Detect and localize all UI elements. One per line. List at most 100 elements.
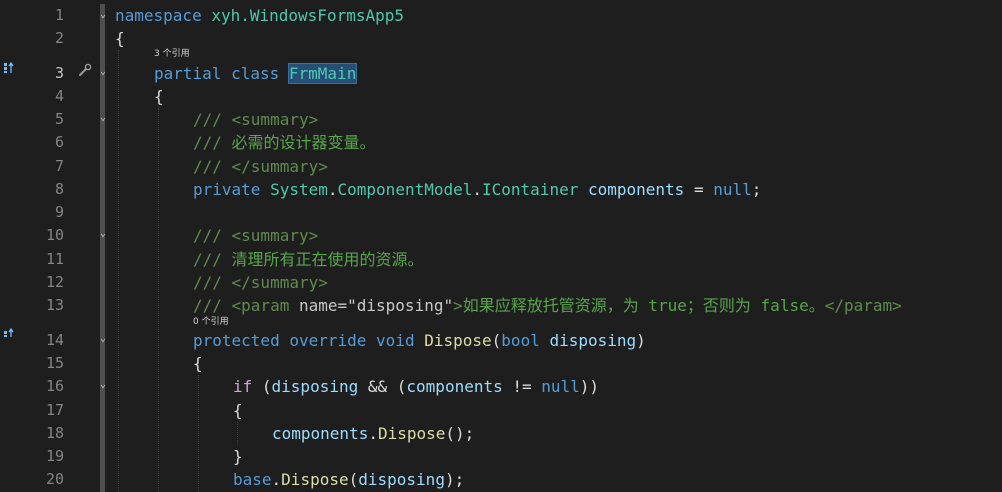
- field-name: components: [272, 424, 369, 443]
- paren: (: [348, 470, 359, 489]
- brace: {: [233, 401, 243, 420]
- dot: .: [472, 180, 483, 199]
- line-number: 14: [45, 331, 64, 349]
- xml-tag: <param: [231, 296, 299, 315]
- code-line-1[interactable]: namespace xyh.WindowsFormsApp5: [115, 4, 404, 27]
- line-number: 1: [54, 6, 64, 24]
- field-name: components: [587, 180, 685, 199]
- doc-comment-slash: ///: [193, 296, 232, 315]
- code-line-19[interactable]: }: [233, 445, 243, 468]
- line-number: 2: [54, 29, 64, 47]
- comment-text: 如果应释放托管资源，为 true；否则为 false。: [462, 296, 825, 315]
- xml-tag: </summary>: [231, 157, 328, 176]
- dot: .: [327, 180, 338, 199]
- keyword: bool: [501, 331, 540, 350]
- line-number: 8: [54, 180, 64, 198]
- brace: {: [193, 354, 203, 373]
- operator: !=: [502, 377, 542, 396]
- xml-quote: =": [337, 296, 357, 315]
- quick-action-icon[interactable]: [78, 62, 92, 81]
- line-number: 16: [45, 377, 64, 395]
- line-number: 20: [45, 470, 64, 488]
- fold-toggle-icon[interactable]: ⌄: [98, 229, 108, 239]
- comment-text: 清理所有正在使用的资源。: [231, 250, 424, 269]
- paren: );: [444, 470, 465, 489]
- indent-guide: [118, 50, 119, 492]
- code-line-17[interactable]: {: [233, 399, 243, 422]
- code-line-12[interactable]: /// </summary>: [193, 271, 328, 294]
- operator: && (: [358, 377, 407, 396]
- doc-comment-slash: ///: [193, 110, 232, 129]
- doc-comment-slash: ///: [193, 157, 232, 176]
- fold-toggle-icon[interactable]: ⌄: [98, 380, 108, 390]
- brace: {: [154, 87, 164, 106]
- paren: ();: [445, 424, 475, 443]
- namespace-name: xyh.WindowsFormsApp5: [211, 6, 404, 25]
- doc-comment-slash: ///: [193, 250, 232, 269]
- doc-comment-slash: ///: [193, 133, 232, 152]
- line-number: 12: [45, 273, 64, 291]
- fold-toggle-icon[interactable]: ⌄: [98, 67, 108, 77]
- xml-tag: >: [453, 296, 463, 315]
- method-name: Dispose: [377, 424, 446, 443]
- keyword: namespace: [115, 6, 202, 25]
- code-line-11[interactable]: /// 清理所有正在使用的资源。: [193, 248, 424, 271]
- xml-tag: <summary>: [231, 110, 319, 129]
- paren: ): [636, 331, 646, 350]
- codelens-references[interactable]: 0 个引用: [193, 315, 229, 329]
- code-line-8[interactable]: private System.ComponentModel.IContainer…: [193, 178, 761, 201]
- semicolon: ;: [751, 180, 762, 199]
- code-line-15[interactable]: {: [193, 352, 203, 375]
- dot: .: [271, 470, 282, 489]
- code-line-6[interactable]: /// 必需的设计器变量。: [193, 131, 376, 154]
- code-editor[interactable]: 1 2 3 4 5 6 7 8 9 10 11 12 13 14 15 16 1…: [0, 0, 1002, 492]
- parameter-name: disposing: [271, 377, 359, 396]
- line-number: 18: [45, 424, 64, 442]
- change-tracking-bar: [100, 4, 105, 492]
- code-line-4[interactable]: {: [154, 85, 164, 108]
- indent-guide: [237, 422, 238, 445]
- line-number: 13: [45, 296, 64, 314]
- code-line-16[interactable]: if (disposing && (components != null)): [233, 375, 599, 398]
- fold-toggle-icon[interactable]: ⌄: [98, 113, 108, 123]
- brace: {: [115, 29, 125, 48]
- code-line-20[interactable]: base.Dispose(disposing);: [233, 468, 464, 491]
- paren: )): [579, 377, 600, 396]
- code-line-3[interactable]: partial class FrmMain: [154, 62, 358, 85]
- fold-toggle-icon[interactable]: ⌄: [98, 334, 108, 344]
- code-line-10[interactable]: /// <summary>: [193, 224, 318, 247]
- brace: }: [233, 447, 243, 466]
- line-number: 3: [54, 64, 64, 82]
- code-line-13[interactable]: /// <param name="disposing">如果应释放托管资源，为 …: [193, 294, 902, 317]
- keyword: null: [541, 377, 580, 396]
- line-number: 11: [45, 250, 64, 268]
- keyword: class: [231, 64, 280, 83]
- line-number: 7: [54, 157, 64, 175]
- paren: (: [252, 377, 272, 396]
- xml-tag: </summary>: [231, 273, 328, 292]
- parameter-name: disposing: [549, 331, 637, 350]
- keyword: override: [289, 331, 367, 350]
- keyword: void: [376, 331, 415, 350]
- code-line-7[interactable]: /// </summary>: [193, 155, 328, 178]
- code-line-14[interactable]: protected override void Dispose(bool dis…: [193, 329, 646, 352]
- xml-attribute-value: disposing: [356, 296, 444, 315]
- code-line-2[interactable]: {: [115, 27, 125, 50]
- indent-guide: [158, 108, 159, 492]
- class-name-highlighted[interactable]: FrmMain: [287, 63, 358, 84]
- field-name: components: [406, 377, 503, 396]
- indent-guide: [198, 375, 199, 492]
- code-line-5[interactable]: /// <summary>: [193, 108, 318, 131]
- doc-comment-slash: ///: [193, 226, 232, 245]
- method-name: Dispose: [424, 331, 492, 350]
- xml-quote: ": [443, 296, 454, 315]
- dot: .: [368, 424, 378, 443]
- parameter-name: disposing: [358, 470, 445, 489]
- code-line-18[interactable]: components.Dispose();: [272, 422, 474, 445]
- line-number: 19: [45, 447, 64, 465]
- keyword: private: [193, 180, 261, 199]
- codelens-references[interactable]: 3 个引用: [154, 47, 190, 61]
- xml-attribute: name: [298, 296, 338, 315]
- fold-toggle-icon[interactable]: ⌄: [98, 10, 108, 20]
